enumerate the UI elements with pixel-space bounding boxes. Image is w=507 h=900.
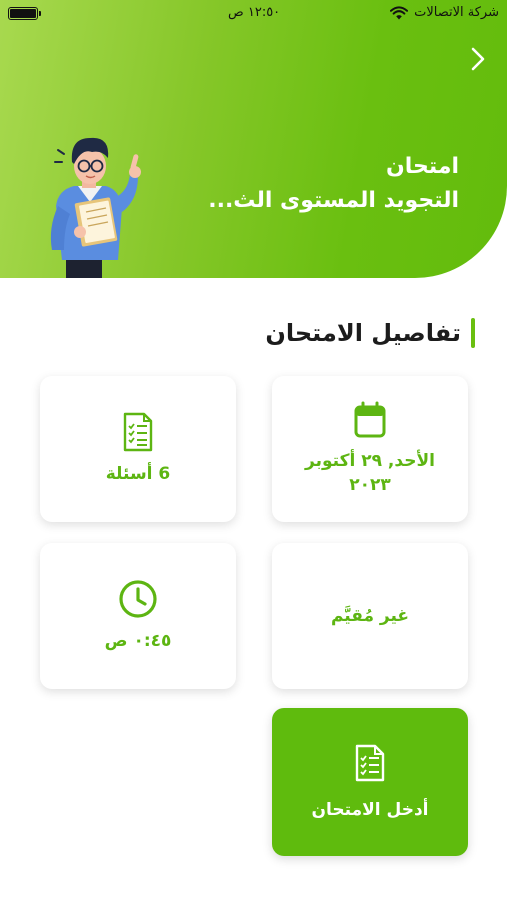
duration-card: ٠:٤٥ ص [40,543,236,689]
enter-exam-label: أدخل الامتحان [311,800,429,820]
grading-status: غير مُقيَّم [330,606,410,626]
section-title: تفاصيل الامتحان [265,319,461,347]
grading-status-card: غير مُقيَّم [272,543,468,689]
questions-count: 6 أسئلة [105,464,171,484]
exam-duration: ٠:٤٥ ص [104,631,172,651]
questions-card: 6 أسئلة [40,376,236,522]
back-button[interactable] [463,44,493,74]
status-time: ١٢:٥٠ ص [228,5,281,20]
status-carrier-group: شركة الاتصالات [390,5,499,20]
teacher-illustration [50,137,141,278]
exam-header: امتحان التجويد المستوى الث... [0,0,507,278]
chevron-right-icon [471,47,485,71]
exam-title-line1: امتحان [385,154,459,179]
enter-exam-button[interactable]: أدخل الامتحان [272,708,468,856]
status-bar: ١٢:٥٠ ص شركة الاتصالات [0,0,507,28]
exam-date: الأحد, ٢٩ أكتوبر ٢٠٢٣ [305,451,435,495]
exam-title-line2: التجويد المستوى الث... [208,188,459,213]
date-card: الأحد, ٢٩ أكتوبر ٢٠٢٣ [272,376,468,522]
wifi-icon [390,5,409,19]
calendar-icon [354,401,386,438]
section-accent-bar [471,318,475,348]
checklist-icon [123,412,153,452]
carrier-name: شركة الاتصالات [414,5,499,20]
exam-title: امتحان التجويد المستوى الث... [129,150,459,218]
clock-icon [119,580,157,618]
battery-icon [8,7,41,20]
section-header: تفاصيل الامتحان [265,318,475,348]
document-icon [355,744,385,782]
